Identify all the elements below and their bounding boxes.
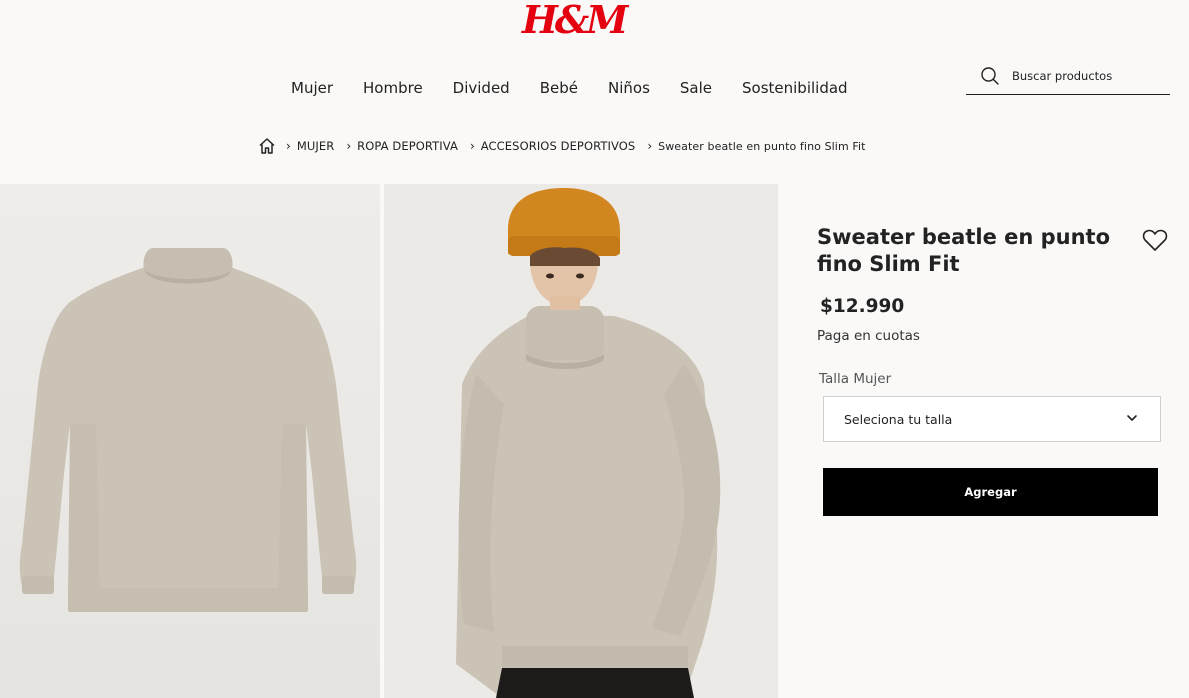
breadcrumb-mujer[interactable]: MUJER	[297, 139, 335, 153]
breadcrumb: › MUJER › ROPA DEPORTIVA › ACCESORIOS DE…	[258, 136, 876, 156]
nav-item-bebe[interactable]: Bebé	[529, 76, 589, 100]
chevron-down-icon	[1127, 415, 1137, 421]
chevron-right-icon: ›	[469, 139, 475, 153]
nav-item-sale[interactable]: Sale	[669, 76, 723, 100]
product-title: Sweater beatle en punto fino Slim Fit	[817, 225, 1111, 276]
product-image-flatlay[interactable]	[0, 184, 380, 698]
size-select-value: Seleciona tu talla	[844, 411, 953, 427]
size-select[interactable]: Seleciona tu talla	[823, 396, 1161, 442]
product-image-model[interactable]	[384, 184, 778, 698]
nav-item-divided[interactable]: Divided	[442, 76, 521, 100]
chevron-right-icon: ›	[286, 139, 291, 153]
size-label: Talla Mujer	[819, 371, 892, 387]
chevron-right-icon: ›	[647, 139, 653, 153]
breadcrumb-accesorios-deportivos[interactable]: ACCESORIOS DEPORTIVOS	[481, 139, 636, 153]
nav-item-ninos[interactable]: Niños	[597, 76, 661, 100]
model-illustration	[384, 184, 778, 698]
sweater-flatlay-illustration	[0, 184, 380, 698]
search-bar[interactable]	[966, 58, 1170, 95]
heart-icon[interactable]	[1142, 228, 1168, 252]
home-icon[interactable]	[258, 137, 276, 155]
breadcrumb-current: Sweater beatle en punto fino Slim Fit	[658, 139, 866, 153]
product-price: $12.990	[820, 296, 905, 317]
search-input[interactable]	[1012, 69, 1162, 83]
hm-logo[interactable]: H&M	[522, 0, 628, 44]
chevron-right-icon: ›	[346, 139, 352, 153]
main-nav: Mujer Hombre Divided Bebé Niños Sale Sos…	[280, 76, 867, 100]
add-to-bag-button[interactable]: Agregar	[823, 468, 1158, 516]
product-page: H&M Mujer Hombre Divided Bebé Niños Sale…	[0, 0, 1189, 698]
installments-text[interactable]: Paga en cuotas	[817, 328, 920, 344]
nav-item-hombre[interactable]: Hombre	[352, 76, 434, 100]
search-icon[interactable]	[980, 66, 1000, 86]
nav-item-mujer[interactable]: Mujer	[280, 76, 344, 100]
nav-item-sostenibilidad[interactable]: Sostenibilidad	[731, 76, 859, 100]
breadcrumb-ropa-deportiva[interactable]: ROPA DEPORTIVA	[357, 139, 458, 153]
